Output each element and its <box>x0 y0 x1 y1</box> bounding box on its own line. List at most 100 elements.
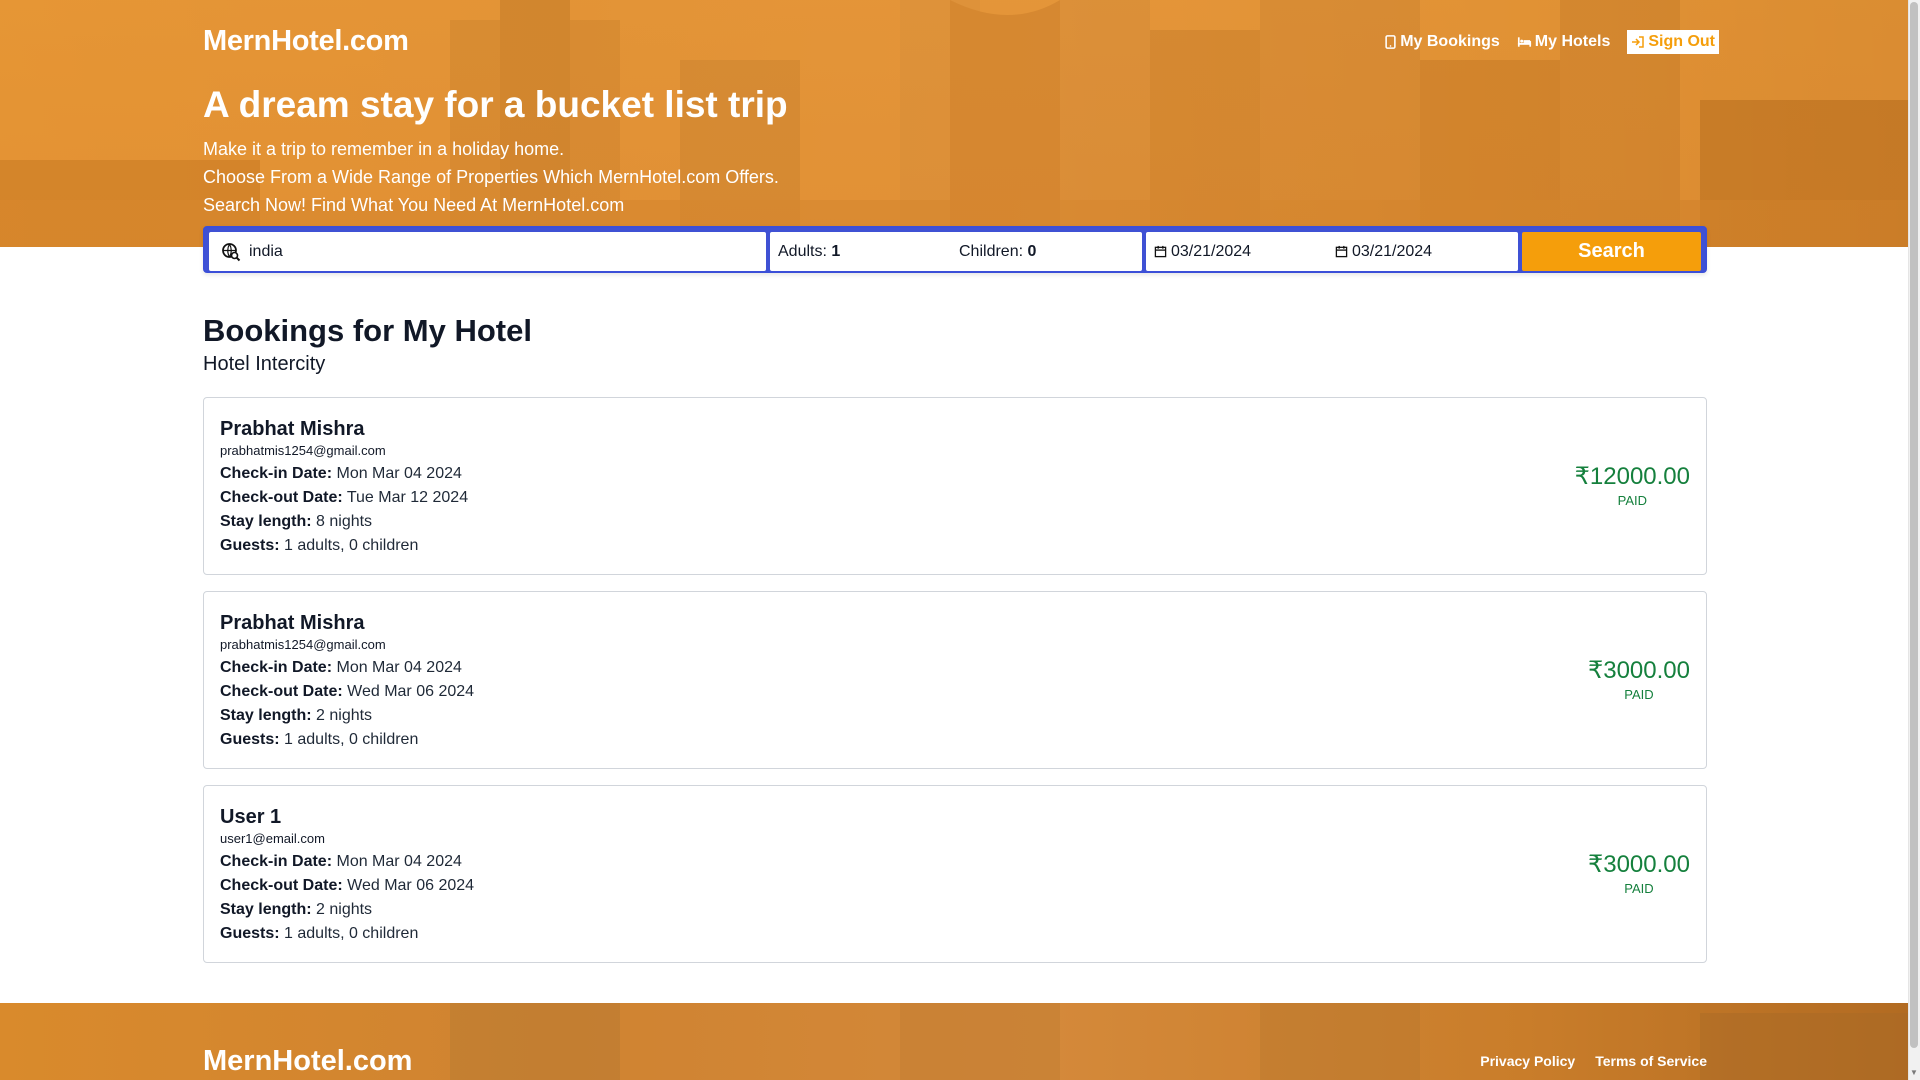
scroll-down-icon[interactable]: ▼ <box>1910 1068 1918 1078</box>
guests-label: Guests: <box>220 537 280 554</box>
destination-field[interactable]: india <box>209 232 766 271</box>
check-in-date-value: 03/21/2024 <box>1171 242 1252 260</box>
guests-value: 1 adults, 0 children <box>284 537 419 554</box>
destination-input[interactable]: india <box>249 243 283 261</box>
guest-email: prabhatmis1254@gmail.com <box>220 443 386 458</box>
stay-length-label: Stay length: <box>220 901 312 918</box>
search-globe-icon <box>222 242 241 261</box>
calendar-icon <box>1335 245 1348 258</box>
booking-card: Prabhat Mishra prabhatmis1254@gmail.com … <box>203 397 1707 575</box>
guest-name: Prabhat Mishra <box>220 612 365 634</box>
guests-field: Adults: 1 Children: 0 <box>770 232 1142 271</box>
search-button[interactable]: Search <box>1522 232 1701 271</box>
nav-my-hotels-label: My Hotels <box>1534 33 1611 50</box>
check-out-date-input[interactable]: 03/21/2024 <box>1335 243 1516 261</box>
check-out-label: Check-out Date: <box>220 489 343 506</box>
page-scrollbar[interactable]: ▲ ▼ <box>1908 0 1920 1080</box>
calendar-icon <box>1154 245 1167 258</box>
nav-my-bookings[interactable]: My Bookings <box>1384 33 1500 51</box>
stay-length-label: Stay length: <box>220 513 312 530</box>
check-out-row: Check-out Date: Wed Mar 06 2024 <box>220 874 1690 898</box>
footer: MernHotel.com Privacy Policy Terms of Se… <box>0 1003 1908 1080</box>
hero-line: Choose From a Wide Range of Properties W… <box>203 167 779 187</box>
footer-links: Privacy Policy Terms of Service <box>1480 1053 1707 1069</box>
stay-length-row: Stay length: 8 nights <box>220 510 1690 534</box>
stay-length-value: 2 nights <box>316 901 373 918</box>
booking-card: User 1 user1@email.com Check-in Date: Mo… <box>203 785 1707 963</box>
guests-value: 1 adults, 0 children <box>284 925 419 942</box>
check-in-row: Check-in Date: Mon Mar 04 2024 <box>220 462 1690 486</box>
bookings-list: Prabhat Mishra prabhatmis1254@gmail.com … <box>203 397 1707 979</box>
stay-length-row: Stay length: 2 nights <box>220 704 1690 728</box>
nav-my-hotels[interactable]: My Hotels <box>1517 33 1611 51</box>
hero-line: Make it a trip to remember in a holiday … <box>203 139 565 159</box>
tablet-icon <box>1385 35 1396 49</box>
check-out-value: Wed Mar 06 2024 <box>347 877 475 894</box>
check-out-label: Check-out Date: <box>220 877 343 894</box>
stay-length-row: Stay length: 2 nights <box>220 898 1690 922</box>
check-in-label: Check-in Date: <box>220 853 333 870</box>
guests-label: Guests: <box>220 731 280 748</box>
guests-value: 1 adults, 0 children <box>284 731 419 748</box>
booking-card: Prabhat Mishra prabhatmis1254@gmail.com … <box>203 591 1707 769</box>
payment-status: PAID <box>1617 493 1647 508</box>
check-in-label: Check-in Date: <box>220 465 333 482</box>
check-in-value: Mon Mar 04 2024 <box>336 853 462 870</box>
hero-line: Search Now! Find What You Need At MernHo… <box>203 195 625 215</box>
booking-price: ₹3000.00 PAID <box>1588 850 1690 896</box>
check-in-label: Check-in Date: <box>220 659 333 676</box>
check-in-date-input[interactable]: 03/21/2024 <box>1154 243 1335 261</box>
guests-row: Guests: 1 adults, 0 children <box>220 534 1690 558</box>
guest-name: User 1 <box>220 806 282 828</box>
page-title: Bookings for My Hotel <box>203 313 532 348</box>
search-bar: india Adults: 1 Children: 0 03/21/2024 0… <box>203 226 1707 273</box>
check-in-row: Check-in Date: Mon Mar 04 2024 <box>220 656 1690 680</box>
children-input[interactable]: Children: 0 <box>959 243 1140 261</box>
bed-icon <box>1517 37 1531 47</box>
guests-row: Guests: 1 adults, 0 children <box>220 922 1690 946</box>
check-in-row: Check-in Date: Mon Mar 04 2024 <box>220 850 1690 874</box>
check-in-value: Mon Mar 04 2024 <box>336 465 462 482</box>
sign-out-icon <box>1632 36 1645 48</box>
booking-price: ₹12000.00 PAID <box>1575 462 1690 508</box>
guest-name: Prabhat Mishra <box>220 418 365 440</box>
hero-subtitle: Make it a trip to remember in a holiday … <box>203 135 779 219</box>
check-out-date-value: 03/21/2024 <box>1352 242 1433 260</box>
adults-input[interactable]: Adults: 1 <box>778 243 959 261</box>
footer-logo[interactable]: MernHotel.com <box>203 1045 412 1078</box>
check-out-value: Tue Mar 12 2024 <box>346 489 469 506</box>
children-label: Children: <box>959 242 1024 260</box>
booking-price: ₹3000.00 PAID <box>1588 656 1690 702</box>
stay-length-value: 2 nights <box>316 707 373 724</box>
guests-label: Guests: <box>220 925 280 942</box>
stay-length-label: Stay length: <box>220 707 312 724</box>
hotel-name: Hotel Intercity <box>203 353 326 375</box>
payment-status: PAID <box>1624 687 1654 702</box>
adults-value: 1 <box>831 242 841 260</box>
booking-amount: ₹12000.00 <box>1574 463 1690 490</box>
check-out-row: Check-out Date: Wed Mar 06 2024 <box>220 680 1690 704</box>
booking-amount: ₹3000.00 <box>1587 851 1690 878</box>
guest-email: prabhatmis1254@gmail.com <box>220 637 386 652</box>
site-logo[interactable]: MernHotel.com <box>203 25 409 58</box>
top-nav: My Bookings My Hotels Sign Out <box>1384 30 1719 54</box>
scrollbar-thumb[interactable] <box>1910 2 1918 1048</box>
sign-out-button[interactable]: Sign Out <box>1627 30 1719 54</box>
hero-title: A dream stay for a bucket list trip <box>203 84 788 125</box>
nav-my-bookings-label: My Bookings <box>1400 33 1500 50</box>
booking-amount: ₹3000.00 <box>1587 657 1690 684</box>
guest-email: user1@email.com <box>220 831 325 846</box>
sign-out-label: Sign Out <box>1648 33 1715 50</box>
check-in-value: Mon Mar 04 2024 <box>336 659 462 676</box>
dates-field: 03/21/2024 03/21/2024 <box>1146 232 1518 271</box>
stay-length-value: 8 nights <box>316 513 373 530</box>
privacy-policy-link[interactable]: Privacy Policy <box>1480 1053 1575 1069</box>
terms-of-service-link[interactable]: Terms of Service <box>1595 1053 1707 1069</box>
adults-label: Adults: <box>778 242 827 260</box>
payment-status: PAID <box>1624 881 1654 896</box>
check-out-label: Check-out Date: <box>220 683 343 700</box>
guests-row: Guests: 1 adults, 0 children <box>220 728 1690 752</box>
check-out-row: Check-out Date: Tue Mar 12 2024 <box>220 486 1690 510</box>
check-out-value: Wed Mar 06 2024 <box>347 683 475 700</box>
children-value: 0 <box>1027 242 1037 260</box>
